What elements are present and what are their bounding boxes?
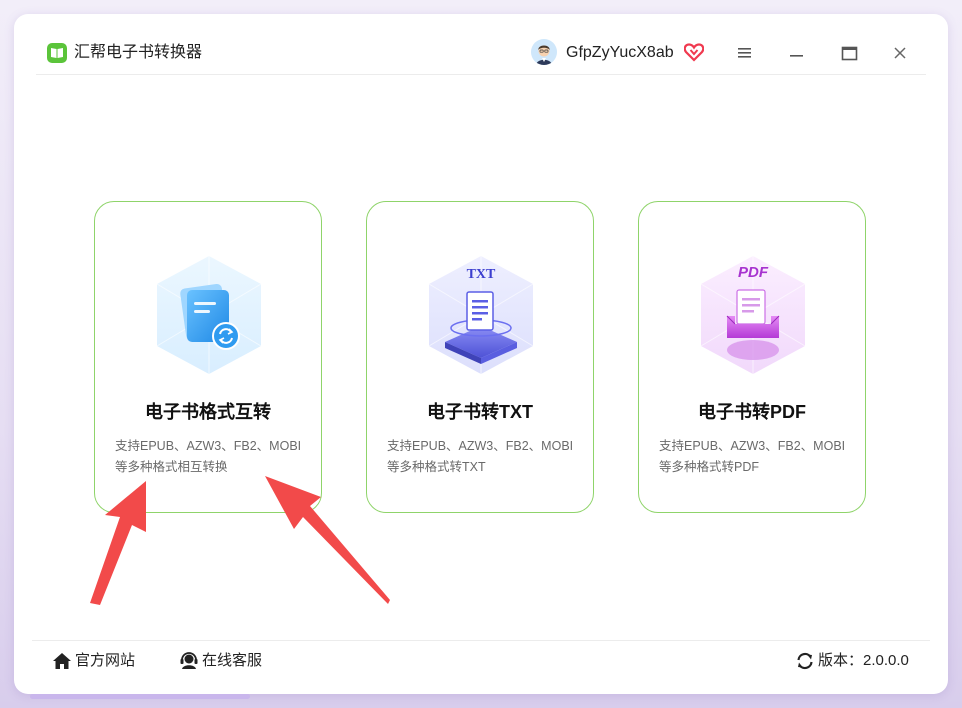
card-to-txt[interactable]: TXT 电子书转TXT 支持EPUB、AZW3、FB2、MOBI 等多种格式转T… [366, 201, 594, 513]
official-site-link[interactable]: 官方网站 [52, 650, 135, 672]
card-title: 电子书转TXT [427, 402, 533, 422]
pdf-illustration-icon: PDF [693, 250, 813, 380]
headset-icon [180, 652, 198, 669]
vip-heart-icon[interactable] [683, 42, 705, 67]
card-to-pdf[interactable]: PDF 电子书转PDF 支持EPUB、AZW3、FB2、MOBI 等多种格式转P… [638, 201, 866, 513]
hamburger-menu-icon[interactable] [730, 38, 760, 68]
official-site-label: 官方网站 [75, 652, 136, 669]
maximize-icon[interactable] [834, 38, 864, 68]
app-window: 汇帮电子书转换器 GfpZyYucX8ab 电子书格式互转 支持EPUB、AZW… [14, 14, 948, 694]
card-desc-line: 等多种格式相互转换 [115, 460, 228, 474]
close-icon[interactable] [886, 38, 916, 68]
format-convert-illustration-icon [149, 250, 269, 380]
card-desc-line: 等多种格式转PDF [659, 460, 760, 474]
refresh-icon[interactable] [795, 652, 815, 670]
version-info: 版本：2.0.0.0 [795, 650, 909, 672]
txt-badge: TXT [466, 267, 496, 282]
online-service-label: 在线客服 [202, 652, 263, 669]
title-bar: 汇帮电子书转换器 GfpZyYucX8ab [36, 14, 926, 75]
footer-divider [32, 640, 930, 641]
txt-illustration-icon: TXT [421, 250, 541, 380]
card-desc-line: 支持EPUB、AZW3、FB2、MOBI [387, 439, 574, 453]
pdf-badge: PDF [738, 264, 768, 281]
card-desc-line: 等多种格式转TXT [387, 460, 486, 474]
card-description: 支持EPUB、AZW3、FB2、MOBI 等多种格式相互转换 [115, 436, 307, 478]
minimize-icon[interactable] [782, 38, 812, 68]
card-description: 支持EPUB、AZW3、FB2、MOBI 等多种格式转TXT [387, 436, 579, 478]
card-description: 支持EPUB、AZW3、FB2、MOBI 等多种格式转PDF [659, 436, 851, 478]
user-avatar[interactable] [531, 39, 557, 65]
horizontal-scrollbar[interactable] [30, 694, 250, 699]
card-desc-line: 支持EPUB、AZW3、FB2、MOBI [659, 439, 846, 453]
username: GfpZyYucX8ab [566, 44, 674, 61]
card-format-convert[interactable]: 电子书格式互转 支持EPUB、AZW3、FB2、MOBI 等多种格式相互转换 [94, 201, 322, 513]
card-desc-line: 支持EPUB、AZW3、FB2、MOBI [115, 439, 302, 453]
version-label: 版本：2.0.0.0 [818, 652, 909, 669]
home-icon [53, 653, 71, 669]
book-logo-icon [47, 43, 67, 63]
app-title: 汇帮电子书转换器 [74, 44, 203, 61]
online-service-link[interactable]: 在线客服 [179, 650, 262, 672]
card-title: 电子书转PDF [698, 402, 806, 422]
card-title: 电子书格式互转 [145, 402, 271, 422]
